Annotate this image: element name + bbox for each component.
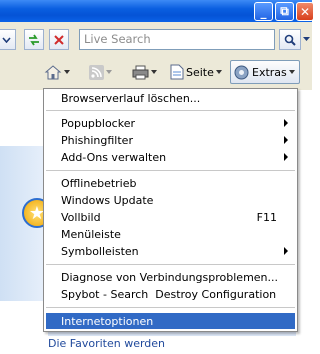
- menu-item-label: Spybot - Search Destroy Configuration: [61, 288, 277, 301]
- stop-icon: [54, 34, 64, 45]
- extras-menu-label: Extras: [252, 65, 287, 79]
- menu-item-label: Add-Ons verwalten: [61, 151, 167, 164]
- menu-item-manage-addons[interactable]: Add-Ons verwalten: [61, 149, 293, 166]
- chevron-down-icon: [303, 37, 310, 41]
- maximize-button[interactable]: ⧉: [275, 2, 294, 21]
- close-button[interactable]: ✕: [296, 2, 314, 21]
- menu-item-internet-options[interactable]: Internetoptionen: [61, 313, 293, 330]
- menu-separator: [46, 307, 295, 308]
- search-icon: [284, 34, 296, 46]
- rss-feed-icon: [89, 64, 104, 80]
- menu-item-offline[interactable]: Offlinebetrieb: [61, 175, 293, 192]
- print-button[interactable]: [132, 61, 157, 83]
- search-input[interactable]: Live Search: [79, 29, 275, 50]
- chevron-down-icon: [215, 70, 222, 74]
- menu-separator: [46, 110, 295, 111]
- submenu-arrow-icon: [284, 247, 288, 255]
- menu-item-label: Browserverlauf löschen...: [61, 92, 201, 105]
- menu-item-phishing-filter[interactable]: Phishingfilter: [61, 132, 293, 149]
- menu-separator: [46, 264, 295, 265]
- printer-icon: [132, 65, 149, 79]
- page-menu-button[interactable]: Seite: [170, 61, 222, 83]
- menu-item-label: Menüleiste: [61, 228, 121, 241]
- minimize-button[interactable]: _: [254, 2, 273, 21]
- feeds-button[interactable]: [89, 61, 112, 83]
- menu-item-shortcut: F11: [256, 211, 277, 224]
- extras-menu-button[interactable]: Extras: [230, 60, 300, 84]
- menu-item-toolbars[interactable]: Symbolleisten: [61, 243, 293, 260]
- favorites-text: Die Favoriten werden: [48, 337, 166, 350]
- submenu-arrow-icon: [284, 119, 288, 127]
- search-options-button[interactable]: [301, 29, 312, 50]
- menu-item-menubar[interactable]: Menüleiste: [61, 226, 293, 243]
- menu-item-label: Vollbild: [61, 211, 101, 224]
- stop-button[interactable]: [49, 29, 69, 50]
- menu-item-label: Internetoptionen: [61, 315, 154, 328]
- menu-item-label: Phishingfilter: [61, 134, 133, 147]
- menu-item-spybot[interactable]: Spybot - Search Destroy Configuration: [61, 286, 293, 303]
- menu-item-clear-history[interactable]: Browserverlauf löschen...: [61, 90, 293, 107]
- menu-item-fullscreen[interactable]: Vollbild F11: [61, 209, 293, 226]
- chevron-down-icon: [64, 70, 70, 74]
- menu-item-label: Windows Update: [61, 194, 154, 207]
- menu-item-windows-update[interactable]: Windows Update: [61, 192, 293, 209]
- chevron-down-icon: [288, 70, 295, 74]
- home-icon: [44, 65, 62, 80]
- search-button[interactable]: [279, 29, 301, 50]
- address-dropdown-button[interactable]: [0, 29, 16, 50]
- menu-item-label: Diagnose von Verbindungsproblemen...: [61, 271, 279, 284]
- refresh-button[interactable]: [24, 29, 44, 50]
- menu-item-label: Popupblocker: [61, 117, 135, 130]
- refresh-icon: [29, 34, 39, 45]
- gear-icon: [234, 65, 249, 79]
- extras-dropdown-menu: Browserverlauf löschen... Popupblocker P…: [43, 88, 298, 332]
- submenu-arrow-icon: [284, 136, 288, 144]
- chevron-down-icon: [106, 70, 112, 74]
- chevron-down-icon: [1, 36, 11, 43]
- chevron-down-icon: [151, 70, 157, 74]
- menu-separator: [46, 170, 295, 171]
- menu-item-label: Symbolleisten: [61, 245, 139, 258]
- menu-item-label: Offlinebetrieb: [61, 177, 137, 190]
- menu-item-popup-blocker[interactable]: Popupblocker: [61, 115, 293, 132]
- page-icon: [170, 64, 184, 80]
- home-button[interactable]: [44, 61, 70, 83]
- submenu-arrow-icon: [284, 153, 288, 161]
- page-menu-label: Seite: [186, 65, 214, 79]
- menu-item-diagnose[interactable]: Diagnose von Verbindungsproblemen...: [61, 269, 293, 286]
